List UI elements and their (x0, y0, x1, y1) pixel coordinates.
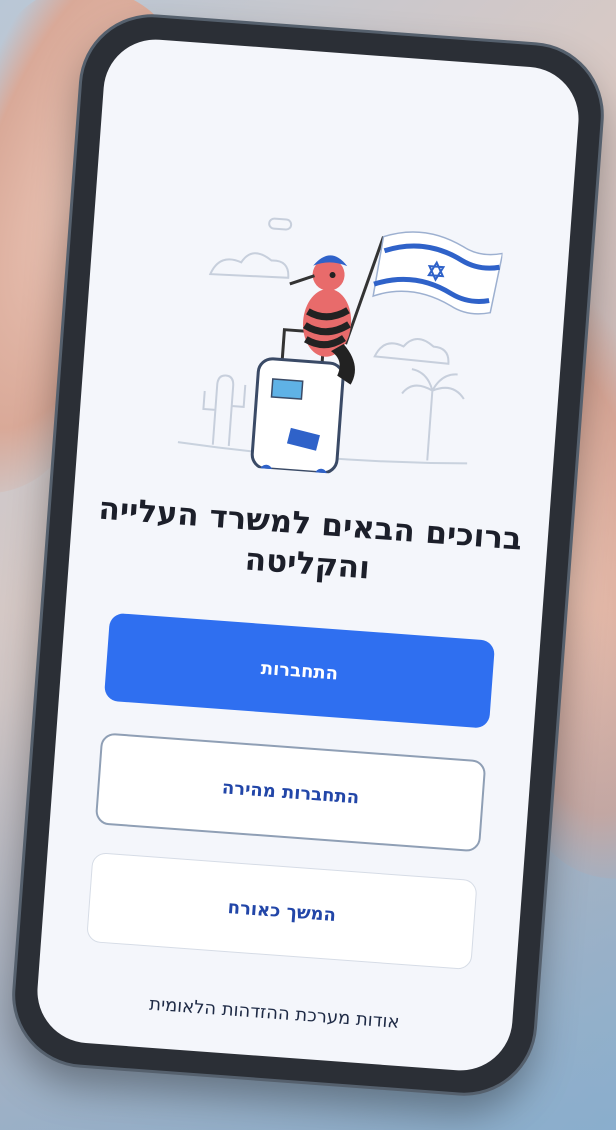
phone-mockup: ברוכים הבאים למשרד העלייה והקליטה התחברו… (10, 12, 610, 1120)
app-screen: ברוכים הבאים למשרד העלייה והקליטה התחברו… (33, 35, 583, 1075)
continue-as-guest-button[interactable]: המשך כאורח (86, 852, 478, 971)
quick-login-button[interactable]: התחברות מהירה (94, 732, 487, 853)
about-national-identification-link[interactable]: אודות מערכת ההזדהות הלאומית (56, 987, 492, 1040)
phone-frame: ברוכים הבאים למשרד העלייה והקליטה התחברו… (10, 12, 606, 1098)
hoopoe-with-israeli-flag-and-suitcase-illustration (177, 217, 504, 481)
welcome-title: ברוכים הבאים למשרד העלייה והקליטה (97, 490, 524, 587)
login-button[interactable]: התחברות (103, 612, 496, 729)
